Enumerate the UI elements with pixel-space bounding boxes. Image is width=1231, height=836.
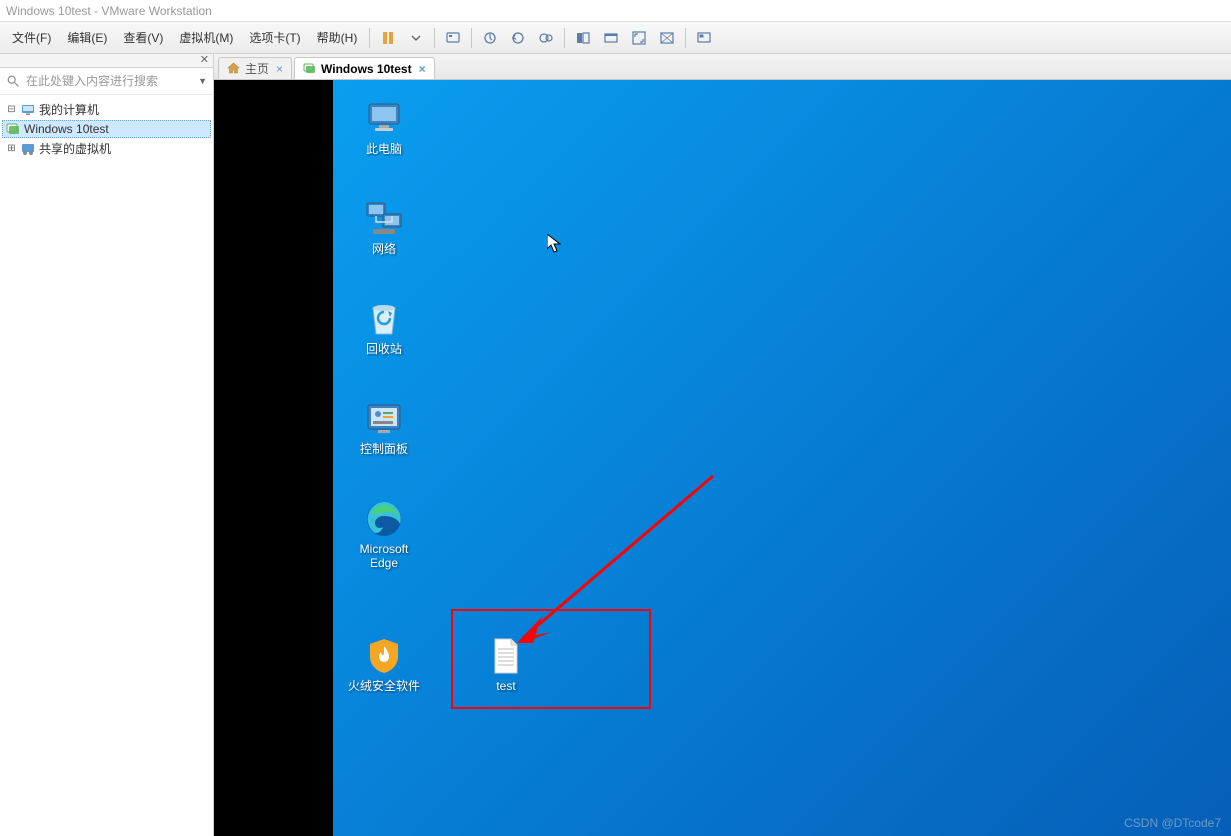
vm-viewport[interactable]: 此电脑 网络 回收站 控制面板 Microsoft Edge [214,80,1231,836]
desktop-icon-network[interactable]: 网络 [345,198,423,256]
guest-desktop[interactable]: 此电脑 网络 回收站 控制面板 Microsoft Edge [333,80,1231,836]
menu-vm[interactable]: 虚拟机(M) [171,25,241,50]
tab-close-icon[interactable]: × [419,62,426,76]
separator [471,28,472,48]
icon-label: Microsoft Edge [345,542,423,571]
desktop-icon-edge[interactable]: Microsoft Edge [345,498,423,571]
huorong-icon [363,635,405,677]
menu-edit[interactable]: 编辑(E) [59,25,115,50]
icon-label: 控制面板 [345,442,423,456]
tree-my-computer[interactable]: ⊟ 我的计算机 [2,99,211,120]
desktop-icon-this-pc[interactable]: 此电脑 [345,98,423,156]
tab-home[interactable]: 主页 × [218,57,292,79]
separator [685,28,686,48]
desktop-icon-control-panel[interactable]: 控制面板 [345,398,423,456]
shared-icon [21,142,35,156]
revert-snapshot-button[interactable] [506,26,530,50]
annotation-arrow [503,468,723,648]
vm-icon [303,62,316,75]
tab-label: 主页 [245,60,269,77]
close-sidebar-icon[interactable]: ✕ [200,55,209,66]
computer-icon [363,98,405,140]
library-sidebar: ✕ ▼ ⊟ 我的计算机 Windows 10test ⊞ 共享的虚拟机 [0,54,214,836]
content-area: 主页 × Windows 10test × 此电脑 网络 [214,54,1231,836]
stretch-button[interactable] [655,26,679,50]
edge-icon [363,498,405,540]
menu-file[interactable]: 文件(F) [4,25,59,50]
unity-button[interactable] [599,26,623,50]
expand-icon[interactable]: ⊞ [6,143,17,154]
fullscreen-button[interactable] [627,26,651,50]
tree-label: Windows 10test [24,122,109,136]
send-ctrl-alt-del-button[interactable] [441,26,465,50]
mouse-cursor-icon [547,234,561,254]
library-tree: ⊟ 我的计算机 Windows 10test ⊞ 共享的虚拟机 [0,95,213,163]
separator [369,28,370,48]
tree-vm-item[interactable]: Windows 10test [2,120,211,138]
icon-label: test [467,679,545,693]
manage-snapshot-button[interactable] [534,26,558,50]
text-file-icon [485,635,527,677]
sidebar-header: ✕ [0,54,213,68]
search-dropdown-icon[interactable]: ▼ [198,76,207,86]
collapse-icon[interactable]: ⊟ [6,104,17,115]
icon-label: 此电脑 [345,142,423,156]
tree-label: 共享的虚拟机 [39,140,111,157]
menu-tabs[interactable]: 选项卡(T) [241,25,308,50]
search-input[interactable] [24,72,194,90]
icon-label: 火绒安全软件 [345,679,423,693]
title-bar: Windows 10test - VMware Workstation [0,0,1231,22]
desktop-icon-recycle-bin[interactable]: 回收站 [345,298,423,356]
tab-vm[interactable]: Windows 10test × [294,57,435,79]
search-icon [6,74,20,88]
thumbnail-button[interactable] [692,26,716,50]
tab-label: Windows 10test [321,62,412,76]
menu-help[interactable]: 帮助(H) [309,25,366,50]
tree-label: 我的计算机 [39,101,99,118]
menu-view[interactable]: 查看(V) [115,25,171,50]
search-row: ▼ [0,68,213,95]
tree-shared-vms[interactable]: ⊞ 共享的虚拟机 [2,138,211,159]
menu-bar: 文件(F) 编辑(E) 查看(V) 虚拟机(M) 选项卡(T) 帮助(H) [0,22,1231,54]
separator [434,28,435,48]
desktop-icon-test-file[interactable]: test [467,635,545,693]
watermark: CSDN @DTcode7 [1124,816,1221,830]
vm-icon [6,122,20,136]
icon-label: 网络 [345,242,423,256]
snapshot-button[interactable] [478,26,502,50]
quickswitch-button[interactable] [571,26,595,50]
desktop-icon-huorong[interactable]: 火绒安全软件 [345,635,423,693]
computer-icon [21,103,35,117]
network-icon [363,198,405,240]
separator [564,28,565,48]
tab-close-icon[interactable]: × [276,62,283,76]
tabs-row: 主页 × Windows 10test × [214,54,1231,80]
control-panel-icon [363,398,405,440]
home-icon [227,62,240,75]
pause-button[interactable] [376,26,400,50]
icon-label: 回收站 [345,342,423,356]
window-title: Windows 10test - VMware Workstation [6,4,212,18]
dropdown-icon[interactable] [404,26,428,50]
recycle-bin-icon [363,298,405,340]
